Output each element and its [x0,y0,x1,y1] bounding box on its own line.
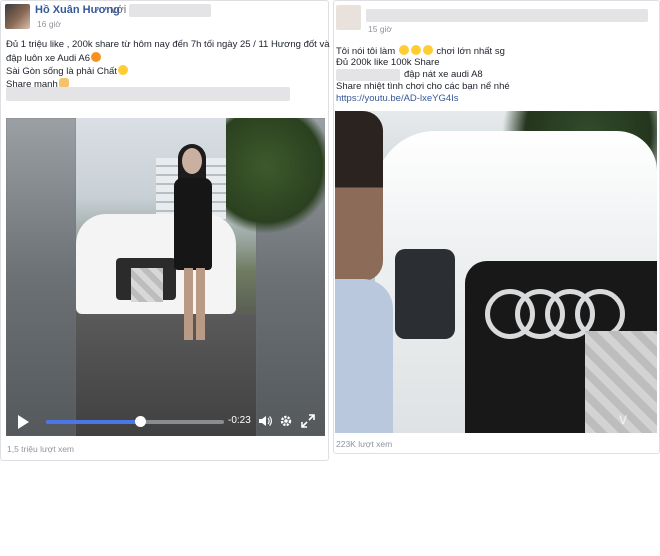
view-count[interactable]: 1,5 triệu lượt xem [7,444,74,454]
fire-emoji-icon [91,52,101,62]
post-text-line-4: Share nhiệt tình chơi cho các bạn nể nhé [336,81,510,92]
post-time[interactable]: 16 giờ [37,19,61,29]
grin-emoji-icon [422,45,433,55]
post-time[interactable]: 15 giờ [368,24,392,34]
woman-figure [170,144,216,358]
blurred-license-plate [131,268,163,302]
grin-emoji-icon [410,45,421,55]
boy-face [335,111,383,281]
with-label: với [111,4,127,16]
video-frame [76,118,325,436]
post-text-line-2: Đủ 200k like 100k Share [336,57,440,68]
view-count[interactable]: 223K lượt xem [336,439,392,449]
volume-icon[interactable] [257,413,273,429]
post-left: Hồ Xuân Hương với 16 giờ Đủ 1 triệu like… [0,0,330,461]
video-player[interactable]: -0:23 [6,118,325,436]
author-avatar[interactable] [336,5,361,30]
post-text-line-3: Sài Gòn sống là phải Chất [6,65,129,79]
seek-knob[interactable] [135,416,147,427]
author-name[interactable]: Hồ Xuân Hương [35,4,120,16]
boy-shirt [335,279,393,433]
seek-progress [46,420,141,424]
blurred-tagged-name [129,4,211,17]
blurred-text [336,69,400,81]
blurred-text-line [6,87,290,101]
video-watermark: V [618,413,627,427]
gear-icon[interactable] [278,413,294,429]
fullscreen-icon[interactable] [300,413,316,429]
trees [226,118,325,238]
youtube-link[interactable]: https://youtu.be/AD-lxeYG4Is [336,93,459,106]
car-headlight [395,249,455,339]
video-seek-bar[interactable] [46,416,224,427]
time-remaining: -0:23 [228,415,251,426]
video-blur-left [6,118,76,436]
post-right: 15 giờ Tôi nói tôi làm chơi lớn nhất sg … [333,0,660,454]
post-text-line-2: đập luôn xe Audi A6 [6,52,102,66]
video-controls: -0:23 [6,406,325,436]
post-text-line-3: đập nát xe audi A8 [404,69,483,80]
grin-emoji-icon [398,45,409,55]
author-avatar[interactable] [5,4,30,29]
kiss-emoji-icon [117,65,128,75]
blurred-author-name [366,9,648,22]
play-icon[interactable] [18,415,29,429]
video-player[interactable]: V [335,111,657,433]
post-text-line-1: Đủ 1 triệu like , 200k share từ hôm nay … [6,39,330,50]
